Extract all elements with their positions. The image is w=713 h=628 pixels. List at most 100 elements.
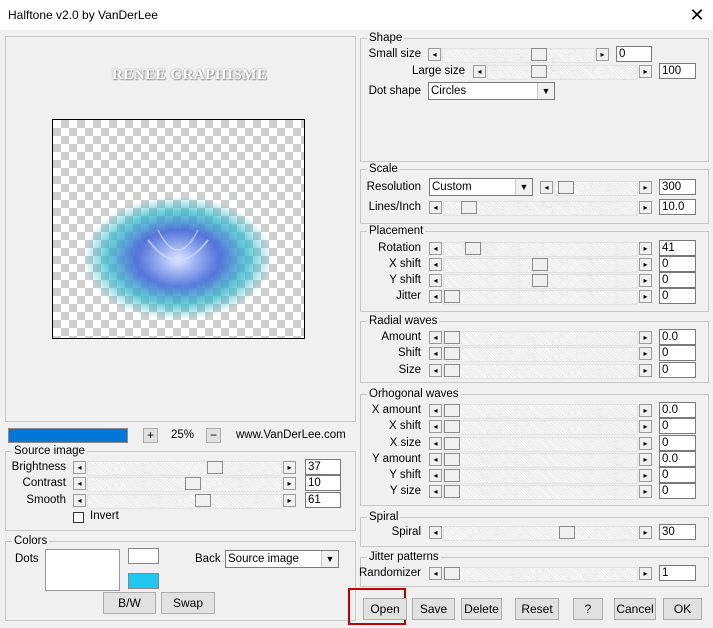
- x-shift-left-arrow-icon[interactable]: ◂: [429, 258, 442, 271]
- x-amount-value-field[interactable]: 0.0: [659, 402, 696, 418]
- ortho-x-shift-slider-thumb[interactable]: [444, 420, 460, 433]
- smooth-slider-track[interactable]: [87, 494, 282, 509]
- ortho-x-shift-left-arrow-icon[interactable]: ◂: [429, 420, 442, 433]
- bw-button[interactable]: B/W: [103, 592, 156, 614]
- resolution-slider-thumb[interactable]: [558, 181, 574, 194]
- y-amount-right-arrow-icon[interactable]: ▸: [639, 453, 652, 466]
- large-size-slider-track[interactable]: [487, 65, 638, 80]
- brightness-slider-track[interactable]: [87, 461, 282, 476]
- y-size-slider-track[interactable]: [443, 485, 638, 500]
- dots-color-swatch[interactable]: [45, 549, 120, 591]
- x-amount-slider-thumb[interactable]: [444, 404, 460, 417]
- ortho-y-shift-slider-track[interactable]: [443, 469, 638, 484]
- radial-amount-slider-thumb[interactable]: [444, 331, 460, 344]
- radial-shift-left-arrow-icon[interactable]: ◂: [429, 347, 442, 360]
- y-amount-left-arrow-icon[interactable]: ◂: [429, 453, 442, 466]
- radial-size-slider-thumb[interactable]: [444, 364, 460, 377]
- large-size-right-arrow-icon[interactable]: ▸: [639, 65, 652, 78]
- ortho-y-shift-value-field[interactable]: 0: [659, 467, 696, 483]
- x-shift-value-field[interactable]: 0: [659, 256, 696, 272]
- smooth-right-arrow-icon[interactable]: ▸: [283, 494, 296, 507]
- zoom-out-button[interactable]: −: [206, 428, 221, 443]
- y-shift-value-field[interactable]: 0: [659, 272, 696, 288]
- jitter-right-arrow-icon[interactable]: ▸: [639, 290, 652, 303]
- resolution-left-arrow-icon[interactable]: ◂: [540, 181, 553, 194]
- radial-shift-slider-track[interactable]: [443, 347, 638, 362]
- y-size-slider-thumb[interactable]: [444, 485, 460, 498]
- smooth-slider-thumb[interactable]: [195, 494, 211, 507]
- dot-shape-select[interactable]: Circles ▼: [428, 82, 555, 100]
- smooth-value-field[interactable]: 61: [305, 492, 341, 508]
- y-amount-value-field[interactable]: 0.0: [659, 451, 696, 467]
- y-shift-right-arrow-icon[interactable]: ▸: [639, 274, 652, 287]
- randomizer-left-arrow-icon[interactable]: ◂: [429, 567, 442, 580]
- y-size-right-arrow-icon[interactable]: ▸: [639, 485, 652, 498]
- brightness-left-arrow-icon[interactable]: ◂: [73, 461, 86, 474]
- randomizer-value-field[interactable]: 1: [659, 565, 696, 581]
- jitter-slider-thumb[interactable]: [444, 290, 460, 303]
- delete-button[interactable]: Delete: [461, 598, 502, 620]
- y-amount-slider-track[interactable]: [443, 453, 638, 468]
- resolution-select[interactable]: Custom ▼: [429, 178, 533, 196]
- back-select[interactable]: Source image ▼: [225, 550, 339, 568]
- ortho-y-shift-left-arrow-icon[interactable]: ◂: [429, 469, 442, 482]
- resolution-right-arrow-icon[interactable]: ▸: [639, 181, 652, 194]
- y-shift-slider-thumb[interactable]: [532, 274, 548, 287]
- lines-inch-value-field[interactable]: 10.0: [659, 199, 696, 215]
- small-size-right-arrow-icon[interactable]: ▸: [596, 48, 609, 61]
- radial-shift-right-arrow-icon[interactable]: ▸: [639, 347, 652, 360]
- contrast-slider-thumb[interactable]: [185, 477, 201, 490]
- small-size-slider-track[interactable]: [442, 48, 595, 63]
- reset-button[interactable]: Reset: [515, 598, 559, 620]
- ok-button[interactable]: OK: [663, 598, 702, 620]
- radial-size-right-arrow-icon[interactable]: ▸: [639, 364, 652, 377]
- x-size-value-field[interactable]: 0: [659, 435, 696, 451]
- radial-amount-slider-track[interactable]: [443, 331, 638, 346]
- x-size-right-arrow-icon[interactable]: ▸: [639, 437, 652, 450]
- contrast-left-arrow-icon[interactable]: ◂: [73, 477, 86, 490]
- resolution-value-field[interactable]: 300: [659, 179, 696, 195]
- ortho-y-shift-slider-thumb[interactable]: [444, 469, 460, 482]
- help-button[interactable]: ?: [573, 598, 603, 620]
- jitter-left-arrow-icon[interactable]: ◂: [429, 290, 442, 303]
- spiral-slider-track[interactable]: [443, 526, 638, 541]
- zoom-in-button[interactable]: +: [143, 428, 158, 443]
- spiral-slider-thumb[interactable]: [559, 526, 575, 539]
- open-button[interactable]: Open: [363, 598, 407, 620]
- ortho-y-shift-right-arrow-icon[interactable]: ▸: [639, 469, 652, 482]
- randomizer-right-arrow-icon[interactable]: ▸: [639, 567, 652, 580]
- y-size-value-field[interactable]: 0: [659, 483, 696, 499]
- dot-color-box[interactable]: [128, 548, 159, 564]
- contrast-value-field[interactable]: 10: [305, 475, 341, 491]
- brightness-slider-thumb[interactable]: [207, 461, 223, 474]
- large-size-left-arrow-icon[interactable]: ◂: [473, 65, 486, 78]
- y-size-left-arrow-icon[interactable]: ◂: [429, 485, 442, 498]
- lines-inch-right-arrow-icon[interactable]: ▸: [639, 201, 652, 214]
- lines-inch-slider-thumb[interactable]: [461, 201, 477, 214]
- ortho-x-shift-value-field[interactable]: 0: [659, 418, 696, 434]
- close-icon[interactable]: ✕: [686, 4, 708, 26]
- randomizer-slider-track[interactable]: [443, 567, 638, 582]
- smooth-left-arrow-icon[interactable]: ◂: [73, 494, 86, 507]
- brightness-value-field[interactable]: 37: [305, 459, 341, 475]
- save-button[interactable]: Save: [412, 598, 455, 620]
- website-link[interactable]: www.VanDerLee.com: [236, 429, 346, 441]
- radial-size-left-arrow-icon[interactable]: ◂: [429, 364, 442, 377]
- radial-shift-value-field[interactable]: 0: [659, 345, 696, 361]
- rotation-left-arrow-icon[interactable]: ◂: [429, 242, 442, 255]
- cancel-button[interactable]: Cancel: [614, 598, 656, 620]
- radial-size-slider-track[interactable]: [443, 364, 638, 379]
- x-size-slider-track[interactable]: [443, 437, 638, 452]
- radial-shift-slider-thumb[interactable]: [444, 347, 460, 360]
- radial-amount-right-arrow-icon[interactable]: ▸: [639, 331, 652, 344]
- contrast-right-arrow-icon[interactable]: ▸: [283, 477, 296, 490]
- x-amount-slider-track[interactable]: [443, 404, 638, 419]
- radial-amount-left-arrow-icon[interactable]: ◂: [429, 331, 442, 344]
- spiral-value-field[interactable]: 30: [659, 524, 696, 540]
- radial-amount-value-field[interactable]: 0.0: [659, 329, 696, 345]
- x-size-slider-thumb[interactable]: [444, 437, 460, 450]
- rotation-slider-thumb[interactable]: [465, 242, 481, 255]
- brightness-right-arrow-icon[interactable]: ▸: [283, 461, 296, 474]
- lines-inch-left-arrow-icon[interactable]: ◂: [429, 201, 442, 214]
- rotation-value-field[interactable]: 41: [659, 240, 696, 256]
